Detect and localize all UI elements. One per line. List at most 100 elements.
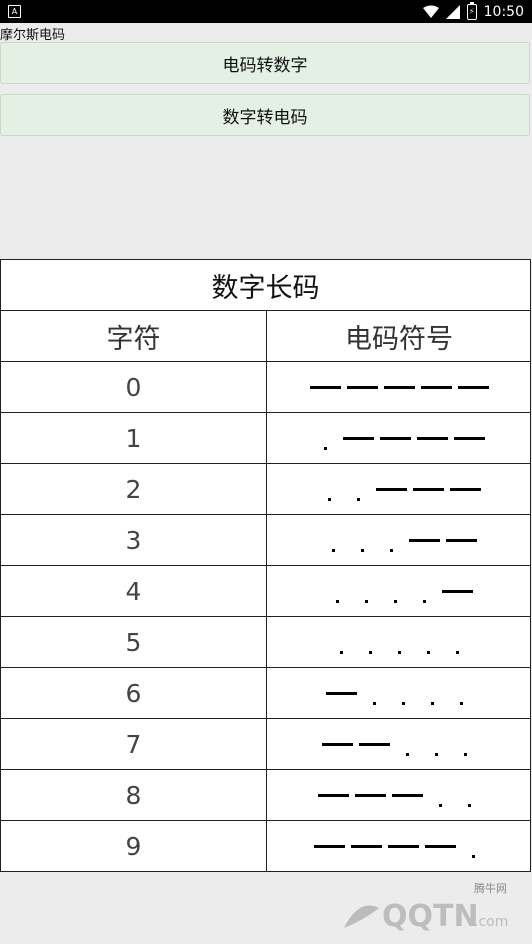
table-header-row: 字符 电码符号: [1, 311, 530, 362]
row-code: [267, 413, 531, 463]
battery-icon: ⚡: [466, 1, 477, 20]
morse-dash: [375, 487, 407, 491]
morse-code: [309, 362, 489, 412]
morse-dot: [331, 548, 335, 552]
header-char: 字符: [1, 311, 267, 361]
morse-dash: [325, 691, 357, 695]
row-code: [267, 770, 531, 820]
morse-dot: [467, 803, 471, 807]
number-to-code-button[interactable]: 数字转电码: [0, 94, 530, 136]
morse-table: 数字长码 字符 电码符号 0123456789: [0, 259, 531, 872]
morse-code: [314, 413, 485, 463]
wifi-icon: [422, 5, 439, 18]
morse-dot: [360, 548, 364, 552]
morse-dot: [471, 855, 475, 858]
morse-dash: [420, 385, 452, 389]
morse-dash: [412, 487, 444, 491]
row-char: 4: [1, 566, 267, 616]
watermark-main-text: QQTN: [382, 899, 479, 934]
morse-dot: [372, 701, 376, 705]
morse-dot: [426, 650, 430, 654]
table-row: 6: [1, 668, 530, 719]
morse-dash: [317, 793, 349, 797]
row-code: [267, 617, 531, 667]
watermark-top-text: 腾牛网: [474, 881, 507, 895]
morse-dot: [401, 701, 405, 705]
watermark-suffix-text: .com: [474, 914, 508, 930]
status-time: 10:50: [483, 3, 524, 20]
morse-dot: [368, 650, 372, 654]
table-row: 5: [1, 617, 530, 668]
morse-code: [330, 617, 469, 667]
row-char: 7: [1, 719, 267, 769]
watermark-logo: 腾牛网 QQTN .com: [344, 881, 508, 934]
morse-dot: [356, 497, 360, 501]
morse-dot: [405, 752, 409, 756]
morse-dot: [434, 752, 438, 756]
morse-dash: [309, 385, 341, 389]
morse-dash: [457, 385, 489, 389]
morse-dash: [387, 845, 419, 848]
morse-code: [325, 668, 473, 718]
row-char: 2: [1, 464, 267, 514]
morse-dash: [354, 793, 386, 797]
table-row: 8: [1, 770, 530, 821]
row-code: [267, 362, 531, 412]
row-code: [267, 668, 531, 718]
code-to-number-button[interactable]: 电码转数字: [0, 42, 530, 84]
morse-code: [322, 515, 477, 565]
morse-dot: [438, 803, 442, 807]
morse-code: [313, 821, 485, 872]
morse-dash: [441, 589, 473, 593]
morse-dot: [339, 650, 343, 654]
row-char: 3: [1, 515, 267, 565]
status-right: ⚡ 10:50: [422, 1, 524, 20]
row-char: 1: [1, 413, 267, 463]
table-row: 1: [1, 413, 530, 464]
morse-dash: [453, 436, 485, 440]
status-left: A: [8, 5, 21, 18]
morse-dot: [335, 599, 339, 603]
morse-code: [321, 719, 477, 769]
morse-dash: [424, 845, 456, 848]
morse-code: [318, 464, 481, 514]
morse-dot: [455, 650, 459, 654]
morse-dash: [449, 487, 481, 491]
table-row: 2: [1, 464, 530, 515]
morse-dash: [391, 793, 423, 797]
row-char: 8: [1, 770, 267, 820]
status-bar: A ⚡ 10:50: [0, 0, 532, 23]
morse-dot: [459, 701, 463, 705]
morse-code: [326, 566, 473, 616]
morse-dash: [408, 538, 440, 542]
morse-dash: [383, 385, 415, 389]
morse-dot: [389, 548, 393, 552]
row-char: 5: [1, 617, 267, 667]
morse-dot: [323, 446, 327, 450]
morse-dot: [430, 701, 434, 705]
row-code: [267, 566, 531, 616]
row-code: [267, 719, 531, 769]
table-row: 9: [1, 821, 530, 872]
notification-icon: A: [8, 5, 21, 18]
table-row: 0: [1, 362, 530, 413]
table-row: 4: [1, 566, 530, 617]
morse-dot: [463, 752, 467, 756]
morse-dot: [327, 497, 331, 501]
header-code: 电码符号: [345, 323, 453, 355]
morse-dash: [416, 436, 448, 440]
morse-dot: [422, 599, 426, 603]
row-code: [267, 464, 531, 514]
app-title: 摩尔斯电码: [0, 28, 66, 43]
morse-dot: [397, 650, 401, 654]
morse-dash: [346, 385, 378, 389]
signal-icon: [445, 4, 460, 19]
morse-dash: [350, 845, 382, 848]
table-title: 数字长码: [1, 260, 530, 311]
morse-dash: [358, 742, 390, 746]
morse-dash: [342, 436, 374, 440]
morse-dot: [393, 599, 397, 603]
row-code: [267, 515, 531, 565]
row-char: 9: [1, 821, 267, 872]
morse-dash: [379, 436, 411, 440]
